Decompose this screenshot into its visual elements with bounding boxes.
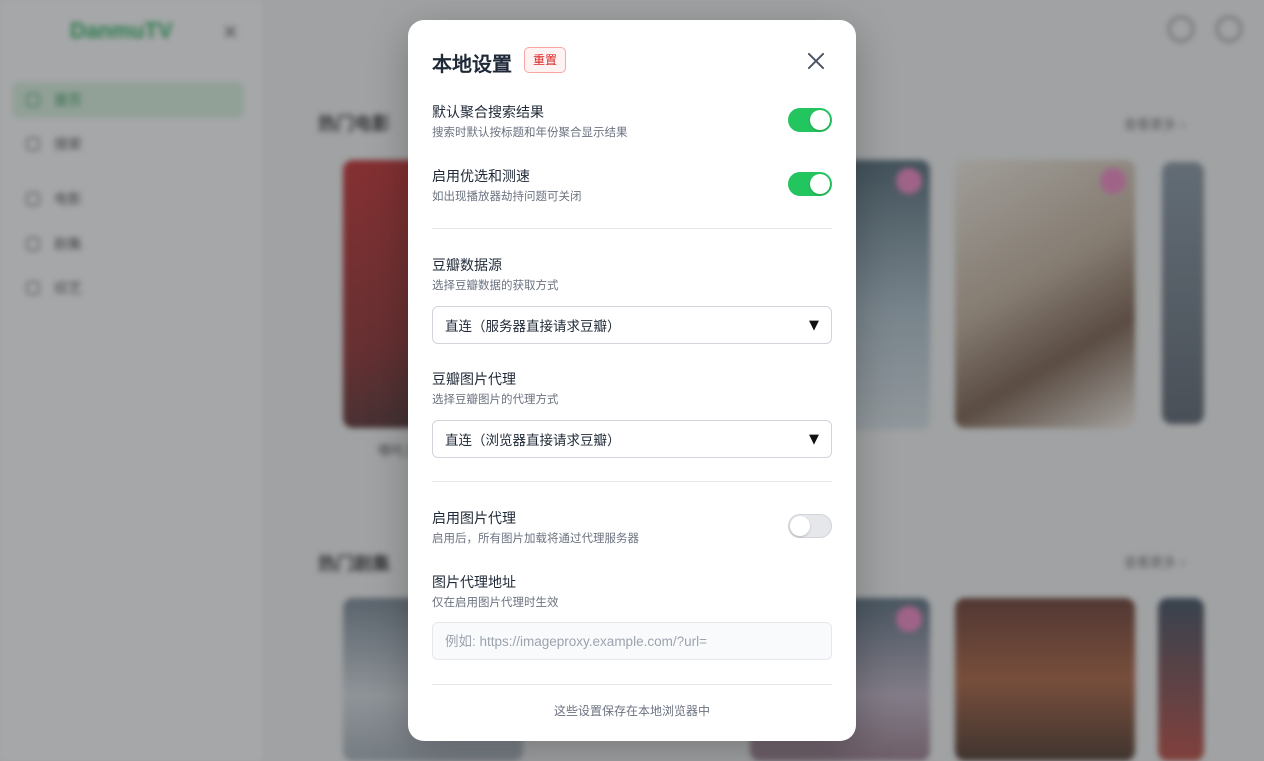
setting-label-speedtest: 启用优选和测速: [432, 169, 530, 185]
close-icon[interactable]: [804, 50, 828, 74]
setting-label-aggregate: 默认聚合搜索结果: [432, 105, 544, 121]
reset-button[interactable]: 重置: [524, 47, 567, 73]
setting-desc-image-proxy-url: 仅在启用图片代理时生效: [432, 595, 559, 609]
dropdown-arrow-icon: ▼: [809, 431, 819, 447]
setting-desc-speedtest: 如出现播放器劫持问题可关闭: [432, 189, 582, 203]
divider: [432, 481, 832, 482]
modal-title: 本地设置: [432, 52, 512, 76]
divider: [432, 228, 832, 229]
setting-label-douban-image: 豆瓣图片代理: [432, 372, 516, 388]
local-settings-modal: 本地设置 重置 默认聚合搜索结果 搜索时默认按标题和年份聚合显示结果 启用优选和…: [408, 20, 856, 741]
setting-label-image-proxy-url: 图片代理地址: [432, 575, 516, 591]
toggle-knob: [790, 516, 810, 536]
dropdown-arrow-icon: ▼: [809, 317, 819, 333]
toggle-knob: [810, 174, 830, 194]
image-proxy-url-input[interactable]: [432, 622, 832, 660]
footer-note: 这些设置保存在本地浏览器中: [553, 704, 710, 718]
douban-image-proxy-select[interactable]: 直连（浏览器直接请求豆瓣） ▼: [432, 420, 832, 458]
setting-desc-image-proxy: 启用后，所有图片加载将通过代理服务器: [432, 531, 639, 545]
setting-label-image-proxy: 启用图片代理: [432, 511, 516, 527]
setting-desc-douban-source: 选择豆瓣数据的获取方式: [432, 278, 559, 292]
douban-source-select[interactable]: 直连（服务器直接请求豆瓣） ▼: [432, 306, 832, 344]
select-value: 直连（服务器直接请求豆瓣）: [445, 319, 621, 335]
select-value: 直连（浏览器直接请求豆瓣）: [445, 433, 621, 449]
setting-desc-douban-image: 选择豆瓣图片的代理方式: [432, 392, 559, 406]
aggregate-toggle[interactable]: [788, 108, 832, 132]
setting-label-douban-source: 豆瓣数据源: [432, 258, 502, 274]
setting-desc-aggregate: 搜索时默认按标题和年份聚合显示结果: [432, 125, 628, 139]
toggle-knob: [810, 110, 830, 130]
divider: [432, 684, 832, 685]
speedtest-toggle[interactable]: [788, 172, 832, 196]
image-proxy-toggle[interactable]: [788, 514, 832, 538]
